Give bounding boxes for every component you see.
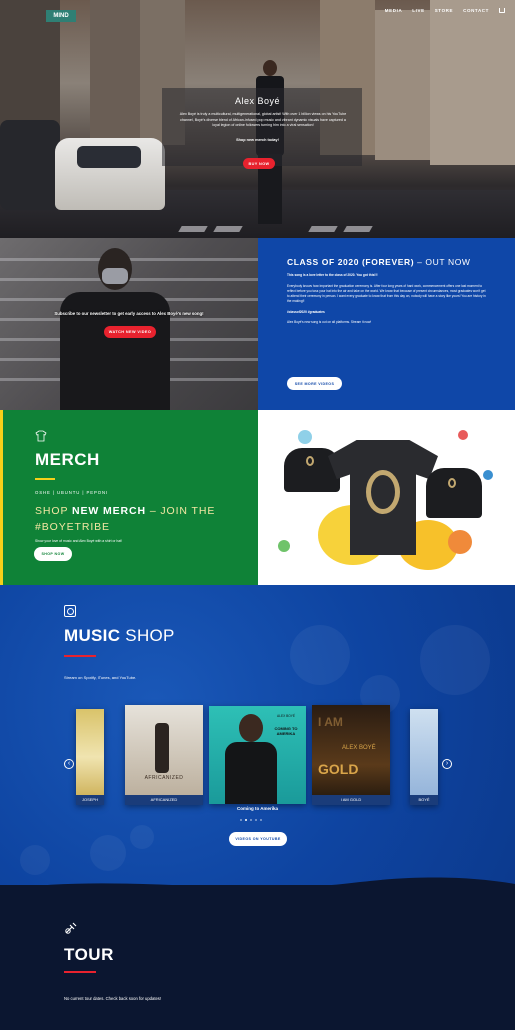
merch-tagline: SHOP NEW MERCH – JOIN THE #BOYETRIBE — [35, 503, 235, 536]
decorative-circle — [130, 825, 154, 849]
carousel-dots — [240, 819, 262, 821]
album-cover-text: ALEX BOYÉ — [277, 714, 295, 718]
merch-image — [258, 410, 515, 585]
class-title-main: CLASS OF 2020 (FOREVER) — [287, 257, 415, 267]
class-of-2020-title: CLASS OF 2020 (FOREVER) – OUT NOW — [287, 256, 487, 268]
newsletter-section: Subscribe to our newsletter to get early… — [0, 238, 258, 410]
music-divider — [64, 655, 96, 657]
music-title-rest: SHOP — [120, 626, 175, 645]
class-paragraph: This song is a love letter to the class … — [287, 273, 378, 278]
shop-merch-link[interactable]: Shop new merch today! — [0, 138, 515, 142]
nav-store[interactable]: STORE — [435, 8, 453, 13]
crosswalk — [213, 226, 243, 232]
carousel-prev-button[interactable]: ‹ — [64, 759, 74, 769]
paint-splat — [298, 430, 312, 444]
album-caption: BOYÉ — [410, 795, 438, 805]
carousel-next-button[interactable]: › — [442, 759, 452, 769]
car — [0, 120, 60, 210]
shop-now-button[interactable]: SHOP NOW — [34, 547, 72, 561]
hat-logo — [306, 456, 314, 466]
street-sign: MIND — [46, 10, 76, 22]
hero-title: Alex Boyé — [234, 96, 281, 106]
album-artist-figure — [155, 723, 169, 773]
album-cover-text: I AM — [318, 715, 343, 729]
hero-section: MIND Alex Boyé Alex Boyé is truly a mult… — [0, 0, 515, 238]
album-caption: Coming to Amerika — [236, 806, 279, 811]
merch-section: MERCH OSHE | UBUNTU | PEPONI SHOP NEW ME… — [0, 410, 258, 585]
album-cover-title: COMING TO AMERIKA — [274, 726, 298, 737]
crosswalk — [343, 226, 373, 232]
album-caption: JOSEPH — [76, 795, 104, 805]
music-shop-section: MUSIC SHOP Stream on Spotify, iTunes, an… — [0, 585, 515, 885]
album-cover-text: ALEX BOYÉ — [342, 745, 376, 751]
class-hashtags: #classof2020 #graduates — [287, 309, 325, 314]
see-more-videos-button[interactable]: SEE MORE VIDEOS — [287, 377, 342, 390]
album-i-am-gold[interactable]: I AM ALEX BOYÉ GOLD I AM GOLD — [312, 705, 390, 805]
tour-title: TOUR — [64, 945, 114, 964]
hat-right — [426, 468, 482, 518]
tour-status-text: No current tour dates. Check back soon f… — [64, 996, 162, 1001]
paint-splat — [448, 530, 472, 554]
page: MIND Alex Boyé Alex Boyé is truly a mult… — [0, 0, 515, 1030]
hero-text: Alex Boyé is truly a multicultural, mult… — [179, 112, 347, 128]
album-coming-to-amerika[interactable]: ALEX BOYÉ COMING TO AMERIKA Coming to Am… — [209, 706, 306, 811]
tshirt-logo — [366, 470, 400, 514]
music-title-bold: MUSIC — [64, 626, 121, 645]
merch-collections: OSHE | UBUNTU | PEPONI — [35, 490, 109, 495]
paint-splat — [458, 430, 468, 440]
watch-new-video-button[interactable]: WATCH NEW VIDEO — [104, 326, 156, 338]
album-artist-head — [239, 714, 263, 742]
buy-now-button[interactable]: BUY NOW — [243, 158, 275, 169]
decorative-circle — [290, 625, 350, 685]
crosswalk — [308, 226, 338, 232]
album-africanized[interactable]: AFRICANIZED AFRICANIZED — [125, 705, 203, 805]
taxi — [55, 138, 165, 210]
decorative-circle — [420, 625, 490, 695]
class-paragraph: Alex Boyé's new song is out on all platf… — [287, 320, 372, 324]
album-artist-body — [225, 742, 277, 804]
carousel-dot[interactable] — [250, 819, 252, 821]
building — [90, 0, 140, 150]
videos-on-youtube-button[interactable]: VIDEOS ON YOUTUBE — [229, 832, 287, 846]
tshirt-icon — [35, 430, 47, 442]
nav-contact[interactable]: CONTACT — [463, 8, 489, 13]
music-subtitle: Stream on Spotify, iTunes, and YouTube. — [64, 675, 137, 680]
album-caption: I AM GOLD — [312, 795, 390, 805]
nav-media[interactable]: MEDIA — [385, 8, 403, 13]
merch-tagline-b: NEW MERCH — [71, 505, 146, 517]
class-title-rest: – OUT NOW — [414, 257, 471, 267]
cart-icon[interactable] — [499, 8, 505, 13]
album-cover-text: AFRICANIZED — [144, 775, 184, 781]
vinyl-icon — [64, 605, 76, 617]
carousel-dot[interactable] — [255, 819, 257, 821]
carousel-dot[interactable] — [260, 819, 262, 821]
guitar-icon — [65, 922, 77, 934]
newsletter-text: Subscribe to our newsletter to get early… — [54, 311, 204, 316]
top-nav: MEDIA LIVE STORE CONTACT — [385, 8, 505, 13]
class-paragraph: Everybody knows how important the gradua… — [287, 283, 486, 304]
merch-description: Show your love of music and Alex Boyé wi… — [35, 539, 123, 543]
album-boye[interactable]: BOYÉ — [410, 709, 438, 805]
album-cover-text: GOLD — [318, 761, 359, 777]
decorative-circle — [90, 835, 126, 871]
tour-section: TOUR No current tour dates. Check back s… — [0, 885, 515, 1030]
carousel-dot-active[interactable] — [245, 819, 247, 821]
tour-divider — [64, 971, 96, 973]
nav-live[interactable]: LIVE — [412, 8, 424, 13]
music-shop-title: MUSIC SHOP — [64, 626, 175, 646]
hat-logo — [448, 478, 456, 488]
merch-divider — [35, 478, 55, 480]
merch-tagline-a: SHOP — [35, 505, 72, 517]
album-caption: AFRICANIZED — [125, 795, 203, 805]
paint-splat — [483, 470, 493, 480]
class-of-2020-section: CLASS OF 2020 (FOREVER) – OUT NOW This s… — [258, 238, 515, 410]
paint-splat — [278, 540, 290, 552]
crosswalk — [178, 226, 208, 232]
album-joseph[interactable]: JOSEPH — [76, 709, 104, 805]
carousel-dot[interactable] — [240, 819, 242, 821]
merch-title: MERCH — [35, 450, 100, 469]
